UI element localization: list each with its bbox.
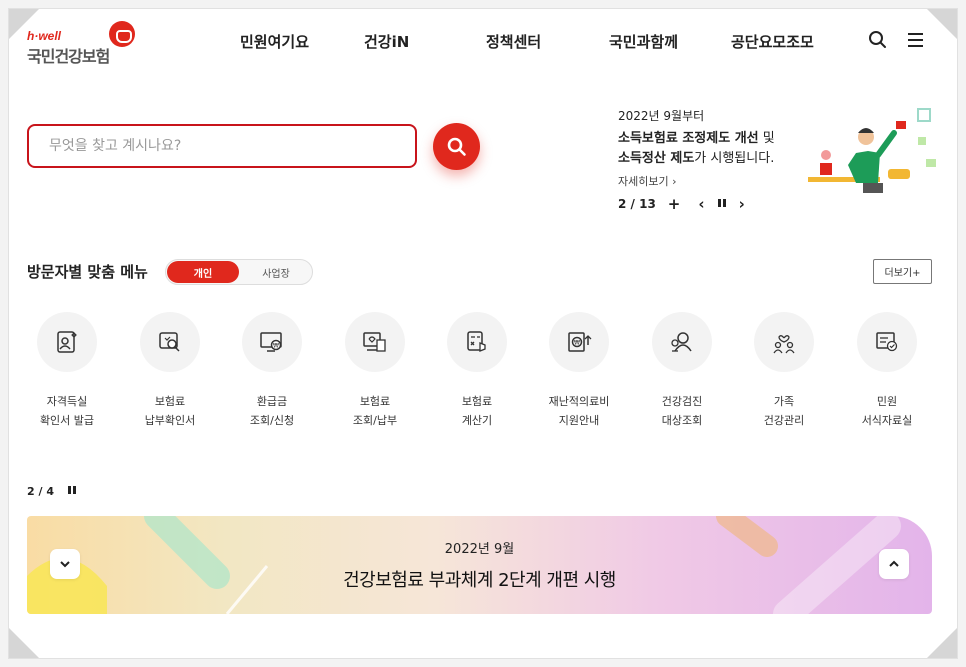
- certificate-icon: [57, 331, 77, 353]
- corner-decoration: [9, 628, 39, 658]
- menu-item-label: 자격득실 확인서 발급: [39, 395, 95, 427]
- notice-banner: 2022년 9월부터 소득보험료 조정제도 개선 및 소득정산 제도가 시행됩니…: [618, 107, 948, 227]
- menu-item-premium-calculator[interactable]: 보험료 계산기: [427, 312, 527, 432]
- nav-item-policy-center[interactable]: 정책센터: [486, 31, 541, 52]
- menu-pager-count: 2 / 4: [27, 485, 54, 498]
- payment-confirm-icon: [159, 332, 180, 352]
- banner-decoration: [27, 516, 901, 614]
- banner-pager: 2 / 13: [618, 197, 656, 211]
- menu-item-family-health[interactable]: 가족 건강관리: [734, 312, 834, 432]
- chevron-up-icon[interactable]: [879, 549, 909, 579]
- svg-text:₩: ₩: [574, 340, 580, 347]
- menu-item-qualification-certificate[interactable]: 자격득실 확인서 발급: [17, 312, 117, 432]
- search-box: [27, 124, 417, 168]
- calculator-icon: [467, 331, 486, 352]
- menu-item-label: 보험료 납부확인서: [144, 395, 196, 427]
- hamburger-menu-icon[interactable]: [905, 29, 927, 51]
- premium-inquiry-icon: [363, 332, 386, 352]
- nav-item-civil-service[interactable]: 민원여기요: [240, 31, 309, 52]
- menu-item-label: 민원 서식자료실: [861, 395, 913, 427]
- search-icon[interactable]: [867, 29, 889, 51]
- medical-support-icon: ₩: [568, 332, 592, 352]
- banner-prev-button[interactable]: ‹: [698, 195, 704, 213]
- banner-headline-2: 소득정산 제도가 시행됩니다.: [618, 151, 775, 166]
- pause-icon[interactable]: [67, 485, 77, 498]
- banner-next-button[interactable]: ›: [739, 195, 745, 213]
- menu-item-catastrophic-medical-support[interactable]: ₩ 재난적의료비 지원안내: [529, 312, 629, 432]
- more-button[interactable]: 더보기+: [873, 259, 932, 284]
- tab-personal[interactable]: 개인: [167, 261, 239, 283]
- menu-item-label: 보험료 조회/납부: [352, 395, 398, 427]
- nav-item-health-in[interactable]: 건강iN: [364, 31, 409, 52]
- search-button[interactable]: [433, 123, 480, 170]
- menu-pager: 2 / 4: [27, 485, 77, 498]
- banner-date: 2022년 9월부터: [618, 109, 705, 123]
- search-icon: [447, 137, 466, 156]
- pause-icon[interactable]: [717, 197, 727, 211]
- nav-item-with-citizens[interactable]: 국민과함께: [609, 31, 678, 52]
- banner-illustration: [808, 108, 936, 193]
- checkup-icon: [671, 332, 692, 352]
- menu-item-premium-payment-confirmation[interactable]: 보험료 납부확인서: [120, 312, 220, 432]
- banner-headline-1: 소득보험료 조정제도 개선 및: [618, 131, 775, 146]
- chevron-down-icon[interactable]: [50, 549, 80, 579]
- banner-more-link[interactable]: 자세히보기 ›: [618, 173, 677, 189]
- visitor-menu-title: 방문자별 맞춤 메뉴: [27, 263, 148, 281]
- forms-icon: [876, 332, 898, 352]
- tab-business[interactable]: 사업장: [240, 261, 312, 283]
- search-input[interactable]: [29, 126, 415, 166]
- promo-title: 건강보험료 부과체계 2단계 개편 시행: [343, 570, 616, 591]
- promo-date: 2022년 9월: [444, 542, 515, 557]
- menu-item-civil-forms[interactable]: 민원 서식자료실: [837, 312, 937, 432]
- banner-plus-button[interactable]: +: [668, 195, 681, 213]
- main-nav: 민원여기요 건강iN 정책센터 국민과함께 공단요모조모: [9, 31, 957, 55]
- menu-item-label: 환급금 조회/신청: [249, 395, 295, 427]
- family-icon: [773, 335, 795, 354]
- menu-item-label: 재난적의료비 지원안내: [548, 395, 610, 427]
- promo-banner[interactable]: 2022년 9월 건강보험료 부과체계 2단계 개편 시행: [27, 516, 932, 614]
- corner-decoration: [927, 628, 957, 658]
- menu-item-label: 보험료 계산기: [461, 395, 493, 427]
- banner-controls: 2 / 13 + ‹ ›: [618, 195, 745, 213]
- visitor-type-toggle: 개인 사업장: [165, 259, 313, 285]
- menu-item-premium-inquiry[interactable]: 보험료 조회/납부: [325, 312, 425, 432]
- menu-item-refund[interactable]: ₩ 환급금 조회/신청: [222, 312, 322, 432]
- page-frame: h·well 국민건강보험 민원여기요 건강iN 정책센터 국민과함께 공단요모…: [8, 8, 958, 659]
- nav-item-about[interactable]: 공단요모조모: [731, 31, 814, 52]
- menu-item-label: 건강검진 대상조회: [661, 395, 703, 427]
- svg-text:₩: ₩: [273, 343, 279, 350]
- menu-item-label: 가족 건강관리: [763, 395, 805, 427]
- refund-icon: ₩: [260, 332, 282, 352]
- menu-item-health-checkup[interactable]: 건강검진 대상조회: [632, 312, 732, 432]
